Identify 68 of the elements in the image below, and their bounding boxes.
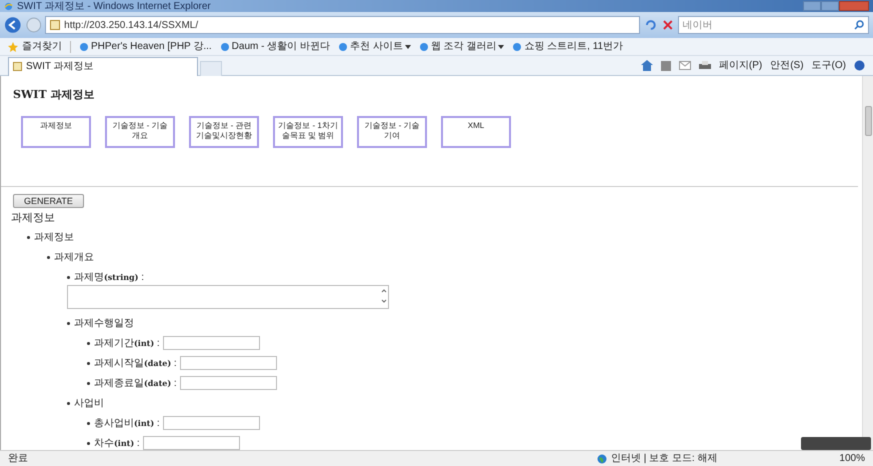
nav-button[interactable]: 기술정보 - 관련기술및시장현황	[189, 116, 259, 148]
input-field[interactable]	[180, 356, 277, 370]
input-field[interactable]	[142, 436, 240, 450]
field-label: 과제수행일정	[74, 316, 134, 330]
input-field[interactable]	[180, 376, 277, 390]
nav-button[interactable]: 기술정보 - 기술개요	[105, 116, 175, 148]
home-icon[interactable]	[640, 60, 653, 71]
nav-button[interactable]: XML	[441, 116, 511, 148]
window-title: SWIT 과제정보 - Windows Internet Explorer	[17, 0, 211, 12]
field-label: 과제명(string) :	[74, 270, 144, 284]
tab[interactable]: SWIT 과제정보	[8, 56, 198, 76]
bullet-icon	[87, 362, 90, 364]
search-field[interactable]: 네이버	[678, 16, 870, 34]
favorite-link[interactable]: 쇼핑 스트리트, 11번가	[524, 39, 624, 54]
caret-icon[interactable]	[498, 44, 504, 48]
mail-icon[interactable]	[678, 61, 691, 70]
bullet-icon	[27, 236, 30, 238]
address-field[interactable]: http://203.250.143.14/SSXML/	[45, 16, 640, 34]
browser-icon	[4, 2, 13, 10]
input-field[interactable]	[162, 336, 260, 350]
field-label: 사업비	[74, 396, 104, 410]
menu-button[interactable]: 안전(S)	[770, 58, 804, 73]
favorite-link[interactable]: Daum - 생활이 바뀐다	[232, 39, 330, 54]
printer-icon[interactable]	[698, 60, 711, 70]
bullet-icon	[67, 276, 70, 278]
bullet-icon	[87, 382, 90, 384]
generate-button[interactable]: GENERATE	[13, 194, 84, 208]
caret-icon[interactable]	[404, 44, 411, 48]
field-label: 총사업비(int) :	[94, 416, 160, 430]
bullet-icon	[87, 442, 90, 444]
forward-button[interactable]	[26, 17, 42, 33]
search-icon[interactable]	[854, 20, 864, 30]
nav-button[interactable]: 기술정보 - 기술기여	[357, 116, 427, 148]
nav-button[interactable]: 과제정보	[21, 116, 91, 148]
bullet-icon	[87, 342, 90, 344]
globe-icon	[596, 454, 607, 464]
close-button[interactable]	[839, 1, 869, 11]
favorite-link[interactable]: 웹 조각 갤러리	[430, 39, 496, 54]
security-zone-text: 인터넷 | 보호 모드: 해제	[610, 452, 718, 466]
field-label: 차수(int) :	[94, 436, 140, 450]
field-label: 과제정보	[34, 230, 74, 244]
favorites-button[interactable]: 즐겨찾기	[22, 39, 62, 54]
favorite-link[interactable]: 추천 사이트	[350, 39, 403, 54]
field-label: 과제시작일(date) :	[94, 356, 177, 370]
maximize-button[interactable]	[821, 1, 839, 11]
menu-button[interactable]: 도구(O)	[812, 58, 846, 73]
star-icon	[8, 42, 18, 52]
stop-icon[interactable]	[662, 19, 674, 31]
field-label: 과제기간(int) :	[94, 336, 160, 350]
field-label: 과제종료일(date) :	[94, 376, 177, 390]
bullet-icon	[67, 322, 70, 324]
menu-button[interactable]: 페이지(P)	[718, 58, 762, 73]
field-label: 과제개요	[54, 250, 94, 264]
input-field[interactable]	[162, 416, 260, 430]
zoom-level[interactable]: 100%	[839, 451, 865, 466]
bullet-icon	[47, 256, 50, 258]
bullet-icon	[87, 422, 90, 424]
favorite-link[interactable]: PHPer's Heaven [PHP 강...	[91, 39, 212, 54]
page-heading: SWIT 과제정보	[13, 88, 96, 102]
help-icon[interactable]	[854, 60, 865, 71]
back-button[interactable]	[4, 16, 22, 34]
status-text: 완료	[8, 452, 28, 466]
minimize-button[interactable]	[803, 1, 821, 11]
nav-button[interactable]: 기술정보 - 1차기술목표 및 범위	[273, 116, 343, 148]
scrollbar[interactable]	[862, 76, 873, 450]
refresh-icon[interactable]	[644, 18, 658, 32]
bullet-icon	[67, 402, 70, 404]
section-title: 과제정보	[11, 212, 56, 224]
